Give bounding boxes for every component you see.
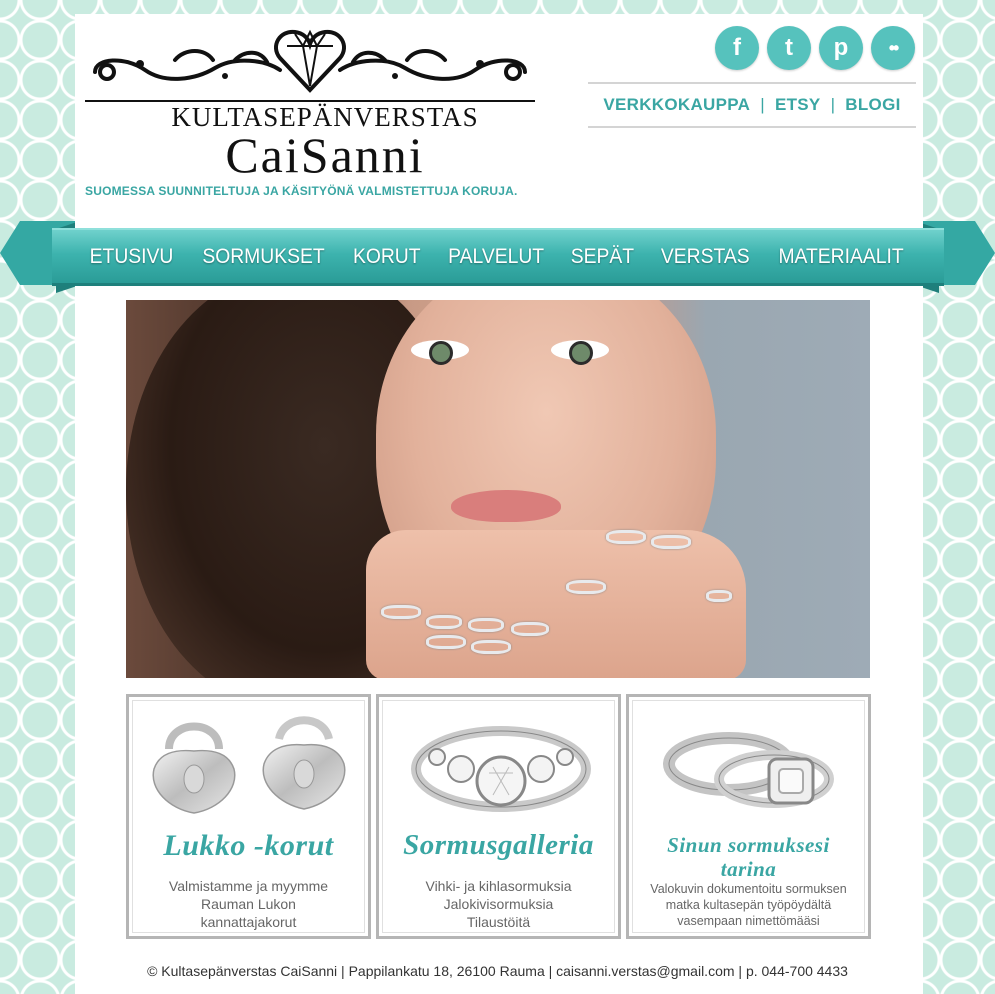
feature-line: Valmistamme ja myymme xyxy=(168,878,329,894)
hero-ring xyxy=(381,605,421,619)
hero-hands xyxy=(366,530,746,678)
feature-title: tarina xyxy=(720,857,777,881)
nav-sormukset[interactable]: SORMUKSET xyxy=(203,245,325,269)
wedding-rings-icon xyxy=(663,732,834,808)
feature-line: Vihki- ja kihlasormuksia xyxy=(425,878,572,894)
hero-ring xyxy=(426,615,462,629)
link-etsy[interactable]: ETSY xyxy=(775,95,821,115)
feature-line: vasempaan nimettömääsi xyxy=(677,914,820,928)
ornament-heart-icon xyxy=(93,29,527,93)
site-footer: © Kultasepänverstas CaiSanni | Pappilank… xyxy=(147,963,848,979)
hero-photo xyxy=(126,300,870,678)
feature-line: kannattajakorut xyxy=(200,914,297,930)
feature-sinun-sormuksesi-tarina[interactable]: Sinun sormuksesi tarina Valokuvin dokume… xyxy=(626,694,871,939)
hero-ring xyxy=(511,622,549,636)
feature-description: Valokuvin dokumentoitu sormuksen matka k… xyxy=(637,881,860,929)
top-links: VERKKOKAUPPA | ETSY | BLOGI xyxy=(588,82,916,128)
main-nav: ETUSIVU SORMUKSET KORUT PALVELUT SEPÄT V… xyxy=(52,228,944,286)
nav-korut[interactable]: KORUT xyxy=(353,245,421,269)
hero-ring xyxy=(706,590,732,602)
feature-title: Sormusgalleria xyxy=(403,829,594,861)
social-links: f t p •• xyxy=(715,26,915,70)
feature-title: Sinun sormuksesi xyxy=(667,833,830,857)
nav-materiaalit[interactable]: MATERIAALIT xyxy=(779,245,904,269)
flickr-icon[interactable]: •• xyxy=(871,26,915,70)
hero-ring xyxy=(426,635,466,649)
feature-description: Valmistamme ja myymme Rauman Lukon kanna… xyxy=(137,877,360,931)
hero-ring xyxy=(606,530,646,544)
nav-etusivu[interactable]: ETUSIVU xyxy=(90,245,174,269)
hero-eye-left xyxy=(411,340,469,365)
site-logo[interactable]: KULTASEPÄNVERSTAS CaiSanni xyxy=(85,20,535,195)
link-separator: | xyxy=(830,95,836,114)
hero-ring xyxy=(651,535,691,549)
hero-ring xyxy=(471,640,511,654)
hero-ring xyxy=(566,580,606,594)
link-blogi[interactable]: BLOGI xyxy=(845,95,900,115)
link-separator: | xyxy=(760,95,765,114)
nav-sepat[interactable]: SEPÄT xyxy=(571,245,634,269)
hero-eye-right xyxy=(551,340,609,365)
feature-line: Rauman Lukon xyxy=(201,896,296,912)
link-verkkokauppa[interactable]: VERKKOKAUPPA xyxy=(603,95,750,115)
diamond-ring-icon xyxy=(411,726,591,812)
hero-ring xyxy=(468,618,504,632)
feature-line: matka kultasepän työpöydältä xyxy=(665,898,832,912)
feature-title: Lukko -korut xyxy=(163,829,334,862)
nav-verstas[interactable]: VERSTAS xyxy=(661,245,750,269)
facebook-icon[interactable]: f xyxy=(715,26,759,70)
pinterest-icon[interactable]: p xyxy=(819,26,863,70)
site-tagline: SUOMESSA SUUNNITELTUJA JA KÄSITYÖNÄ VALM… xyxy=(85,184,518,198)
twitter-icon[interactable]: t xyxy=(767,26,811,70)
feature-sormusgalleria[interactable]: Sormusgalleria Vihki- ja kihlasormuksia … xyxy=(376,694,621,939)
feature-lukko-korut[interactable]: Lukko -korut Valmistamme ja myymme Rauma… xyxy=(126,694,371,939)
feature-line: Tilaustöitä xyxy=(466,914,531,930)
feature-line: Jalokivisormuksia xyxy=(443,896,554,912)
feature-description: Vihki- ja kihlasormuksia Jalokivisormuks… xyxy=(387,877,610,931)
hero-lips xyxy=(451,490,561,522)
lock-pendant-icon xyxy=(152,716,346,814)
feature-line: Valokuvin dokumentoitu sormuksen xyxy=(650,882,847,896)
nav-palvelut[interactable]: PALVELUT xyxy=(448,245,544,269)
brand-name: CaiSanni xyxy=(225,127,425,183)
